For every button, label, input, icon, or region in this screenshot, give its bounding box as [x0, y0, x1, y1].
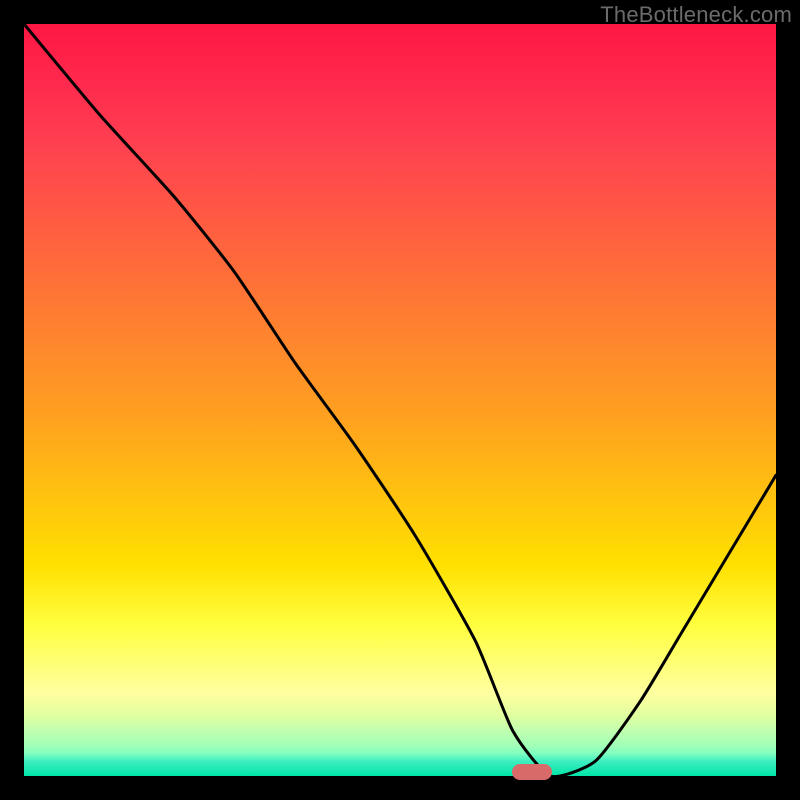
optimal-marker: [512, 764, 552, 780]
plot-area: [24, 24, 776, 776]
chart-frame: TheBottleneck.com: [0, 0, 800, 800]
bottleneck-curve: [24, 24, 776, 776]
